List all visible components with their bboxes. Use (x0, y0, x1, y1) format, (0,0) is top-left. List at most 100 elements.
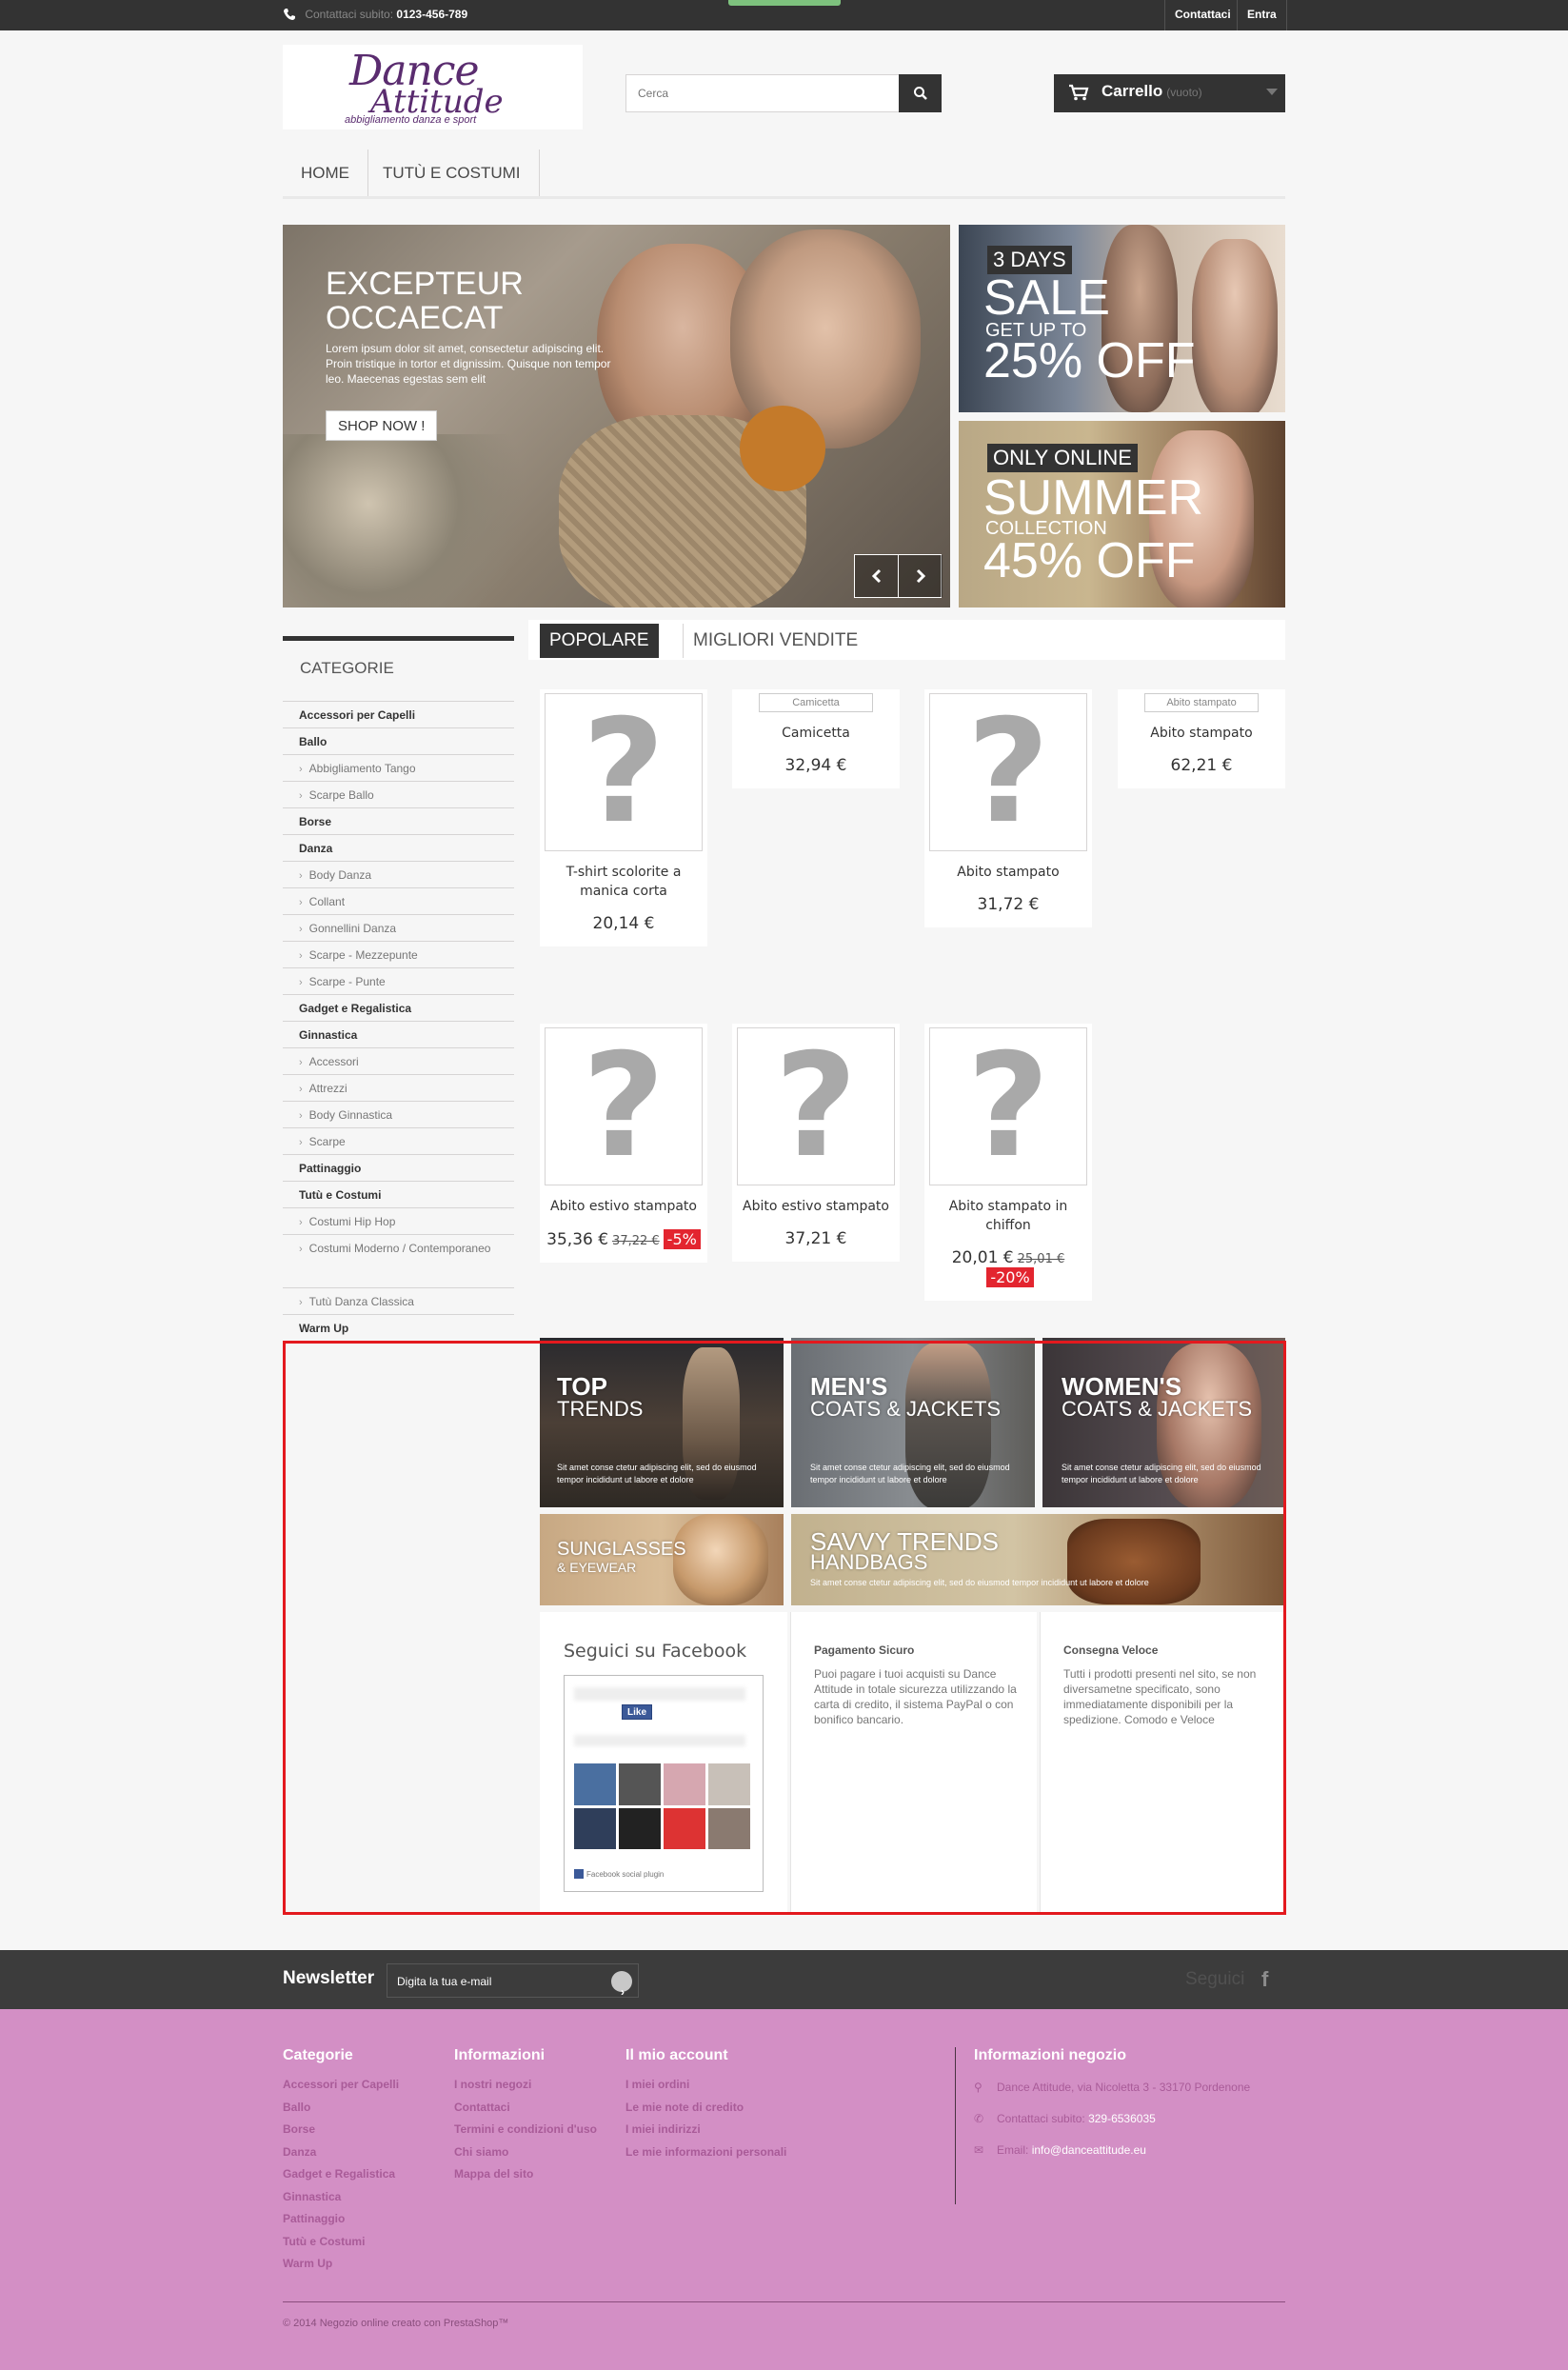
footer-category-link[interactable]: Tutù e Costumi (283, 2231, 399, 2254)
menu-item-home[interactable]: HOME (283, 149, 368, 196)
sidebar-category-item[interactable]: Ginnastica (283, 1022, 514, 1048)
footer-category-link[interactable]: Ballo (283, 2097, 399, 2120)
sidebar-category-item[interactable]: Accessori per Capelli (283, 702, 514, 728)
footer-info-link[interactable]: Chi siamo (454, 2141, 597, 2164)
slider-text: Lorem ipsum dolor sit amet, consectetur … (326, 342, 611, 386)
product-name[interactable]: Abito stampato in chiffon (924, 1197, 1092, 1235)
footer-account-list: I miei ordini Le mie note di credito I mie… (625, 2074, 786, 2163)
product-image-broken[interactable]: Camicetta (759, 693, 873, 712)
sidebar-category-item[interactable]: › Tutù Danza Classica (283, 1288, 514, 1315)
sidebar-category-item[interactable]: › Body Danza (283, 862, 514, 888)
product-card[interactable]: Camicetta Camicetta 32,94 € (732, 689, 900, 788)
product-name[interactable]: Camicetta (732, 724, 900, 743)
footer-category-link[interactable]: Warm Up (283, 2253, 399, 2276)
sidebar-category-item[interactable]: Pattinaggio (283, 1155, 514, 1182)
product-card[interactable]: Abito stampato Abito stampato 62,21 € (1118, 689, 1285, 788)
footer-store-email-link[interactable]: info@danceattitude.eu (1032, 2143, 1146, 2157)
slider-prev-button[interactable] (855, 555, 899, 597)
footer-info-list: I nostri negozi Contattaci Termini e condi… (454, 2074, 597, 2186)
shop-now-button[interactable]: SHOP NOW ! (326, 410, 438, 441)
footer-category-link[interactable]: Ginnastica (283, 2186, 399, 2209)
product-name[interactable]: Abito estivo stampato (732, 1197, 900, 1216)
menu-item-tutu-costumi[interactable]: TUTÙ E COSTUMI (365, 149, 540, 196)
product-image-placeholder[interactable]: ? (545, 693, 703, 851)
banner-sale[interactable]: 3 DAYS SALE GET UP TO 25% OFF (959, 225, 1285, 412)
sidebar-category-item[interactable]: Danza (283, 835, 514, 862)
product-card[interactable]: ? Abito stampato in chiffon 20,01 €25,01 €… (924, 1024, 1092, 1301)
product-card[interactable]: ? T-shirt scolorite a manica corta 20,14 € (540, 689, 707, 946)
product-image-placeholder[interactable]: ? (737, 1027, 895, 1185)
slider-next-button[interactable] (899, 555, 943, 597)
tab-popular[interactable]: POPOLARE (540, 624, 659, 658)
top-accent-tab[interactable] (728, 0, 841, 6)
sidebar-category-item[interactable]: Warm Up (283, 1315, 514, 1342)
search-box (625, 74, 942, 112)
contact-link[interactable]: Contattaci (1164, 0, 1241, 30)
footer-category-link[interactable]: Pattinaggio (283, 2208, 399, 2231)
footer-info-link[interactable]: Contattaci (454, 2097, 597, 2120)
footer-info-link[interactable]: I nostri negozi (454, 2074, 597, 2097)
sidebar-category-item[interactable]: › Scarpe Ballo (283, 782, 514, 808)
footer-account-link[interactable]: Le mie note di credito (625, 2097, 786, 2120)
product-image-placeholder[interactable]: ? (929, 1027, 1087, 1185)
footer-category-link[interactable]: Danza (283, 2141, 399, 2164)
sidebar-category-label: Tutù Danza Classica (308, 1295, 414, 1308)
login-link[interactable]: Entra (1237, 0, 1287, 30)
chevron-right-icon: › (299, 1297, 303, 1308)
footer-category-link[interactable]: Gadget e Regalistica (283, 2163, 399, 2186)
newsletter-email-input[interactable]: Digita la tua e-mail › (387, 1963, 639, 1999)
footer-store-address-text: Dance Attitude, via Nicoletta 3 - 33170 … (997, 2081, 1251, 2094)
banner-summer-discount: 45% OFF (983, 533, 1196, 588)
homepage-slider[interactable]: EXCEPTEUR OCCAECAT Lorem ipsum dolor sit… (283, 225, 950, 607)
sidebar-category-label: Borse (299, 815, 332, 828)
footer-category-link[interactable]: Accessori per Capelli (283, 2074, 399, 2097)
cart-button[interactable]: Carrello (vuoto) (1054, 74, 1285, 112)
footer-account-link[interactable]: I miei indirizzi (625, 2119, 786, 2141)
product-card[interactable]: ? Abito estivo stampato 37,21 € (732, 1024, 900, 1262)
sidebar-category-item[interactable]: › Scarpe - Mezzepunte (283, 942, 514, 968)
search-button[interactable] (899, 74, 942, 112)
chevron-right-icon: › (299, 950, 303, 962)
product-name[interactable]: Abito stampato (924, 863, 1092, 882)
product-name[interactable]: Abito stampato (1118, 724, 1285, 743)
facebook-icon[interactable]: f (1261, 1967, 1268, 1992)
footer-account-link[interactable]: Le mie informazioni personali (625, 2141, 786, 2164)
product-image-broken[interactable]: Abito stampato (1144, 693, 1259, 712)
question-mark-icon: ? (966, 689, 1050, 855)
product-name[interactable]: Abito estivo stampato (540, 1197, 707, 1216)
top-bar: Contattaci subito: 0123-456-789 Contatta… (0, 0, 1568, 30)
footer-info-link[interactable]: Termini e condizioni d'uso (454, 2119, 597, 2141)
footer-store-phone: ✆ Contattaci subito: 329-6536035 (974, 2109, 1250, 2141)
sidebar-category-item[interactable]: › Scarpe - Punte (283, 968, 514, 995)
sidebar-category-item[interactable]: › Scarpe (283, 1128, 514, 1155)
sidebar-category-item[interactable]: Borse (283, 808, 514, 835)
sidebar-category-item[interactable]: › Abbigliamento Tango (283, 755, 514, 782)
sidebar-category-item[interactable]: Ballo (283, 728, 514, 755)
footer-store-title: Informazioni negozio (974, 2047, 1126, 2063)
sidebar-category-item[interactable]: › Accessori (283, 1048, 514, 1075)
search-input[interactable] (626, 75, 883, 111)
sidebar-category-item[interactable]: › Costumi Hip Hop (283, 1208, 514, 1235)
product-name[interactable]: T-shirt scolorite a manica corta (540, 863, 707, 901)
product-old-price: 37,22 € (612, 1234, 660, 1248)
sidebar-category-item[interactable]: › Gonnellini Danza (283, 915, 514, 942)
product-image-placeholder[interactable]: ? (929, 693, 1087, 851)
newsletter-submit-button[interactable]: › (611, 1971, 632, 1999)
sidebar-category-item[interactable]: › Body Ginnastica (283, 1102, 514, 1128)
banner-summer[interactable]: ONLY ONLINE SUMMER COLLECTION 45% OFF (959, 421, 1285, 607)
sidebar-category-item[interactable]: Gadget e Regalistica (283, 995, 514, 1022)
chevron-right-icon: › (299, 1217, 303, 1228)
footer-info-link[interactable]: Mappa del sito (454, 2163, 597, 2186)
chevron-left-icon (871, 568, 881, 584)
logo[interactable]: Dance Attitude abbigliamento danza e spo… (283, 45, 583, 129)
sidebar-category-item[interactable]: Tutù e Costumi (283, 1182, 514, 1208)
tab-bestsellers[interactable]: MIGLIORI VENDITE (683, 624, 867, 658)
sidebar-category-item[interactable]: › Attrezzi (283, 1075, 514, 1102)
footer-category-link[interactable]: Borse (283, 2119, 399, 2141)
product-image-placeholder[interactable]: ? (545, 1027, 703, 1185)
footer-account-link[interactable]: I miei ordini (625, 2074, 786, 2097)
sidebar-category-item[interactable]: › Costumi Moderno / Contemporaneo (283, 1235, 514, 1288)
sidebar-category-item[interactable]: › Collant (283, 888, 514, 915)
product-card[interactable]: ? Abito estivo stampato 35,36 €37,22 € -5% (540, 1024, 707, 1263)
product-card[interactable]: ? Abito stampato 31,72 € (924, 689, 1092, 927)
